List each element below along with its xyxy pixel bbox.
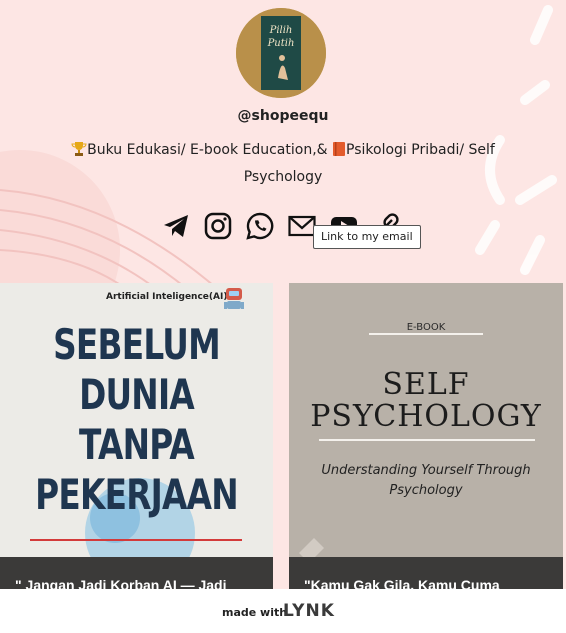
cover-line: SEBELUM: [53, 320, 221, 369]
card-title: "Kamu Gak Gila, Kamu Cuma: [304, 577, 500, 589]
lynk-logo[interactable]: LYNK: [283, 601, 335, 621]
profile-handle: @shopeequ: [237, 108, 329, 124]
card-tag: Artificial Inteligence(AI): [106, 292, 228, 302]
trophy-icon: [71, 141, 87, 165]
book-icon: [332, 141, 346, 165]
robot-icon: [222, 285, 246, 318]
cover-line: TANPA: [78, 420, 195, 469]
cover-line: PEKERJAAN: [35, 470, 238, 519]
cover-subtitle: Understanding Yourself Through Psycholog…: [321, 463, 531, 498]
card-title-bar: "Kamu Gak Gila, Kamu Cuma: [289, 557, 563, 589]
ebook-label: E-BOOK: [406, 322, 446, 333]
whatsapp-icon[interactable]: [246, 212, 276, 242]
instagram-icon[interactable]: [204, 212, 234, 242]
card-title: " Jangan Jadi Korban AI — Jadi: [15, 577, 227, 589]
svg-text:Putih: Putih: [267, 38, 295, 49]
social-links: [0, 212, 566, 242]
svg-text:Pilih: Pilih: [269, 25, 293, 36]
footer: made with LYNK: [0, 589, 566, 633]
made-with-label: made with: [222, 606, 288, 619]
product-card[interactable]: E-BOOK SELF PSYCHOLOGY Understanding You…: [289, 283, 563, 589]
bio-text-1: Buku Edukasi/ E-book Education,&: [87, 142, 328, 158]
telegram-icon[interactable]: [162, 212, 192, 242]
card-title-bar: " Jangan Jadi Korban AI — Jadi: [0, 557, 273, 589]
book-cover-image: Pilih Putih: [236, 8, 326, 98]
profile-avatar: Pilih Putih: [236, 8, 326, 98]
cover-title: PSYCHOLOGY: [310, 399, 542, 434]
email-tooltip: Link to my email: [313, 225, 421, 249]
product-card[interactable]: Artificial Inteligence(AI) SEBELUM DUNIA…: [0, 283, 273, 589]
cover-line: DUNIA: [79, 370, 195, 419]
profile-bio: Buku Edukasi/ E-book Education,& Psikolo…: [60, 138, 506, 189]
cover-title: SELF: [382, 367, 470, 402]
